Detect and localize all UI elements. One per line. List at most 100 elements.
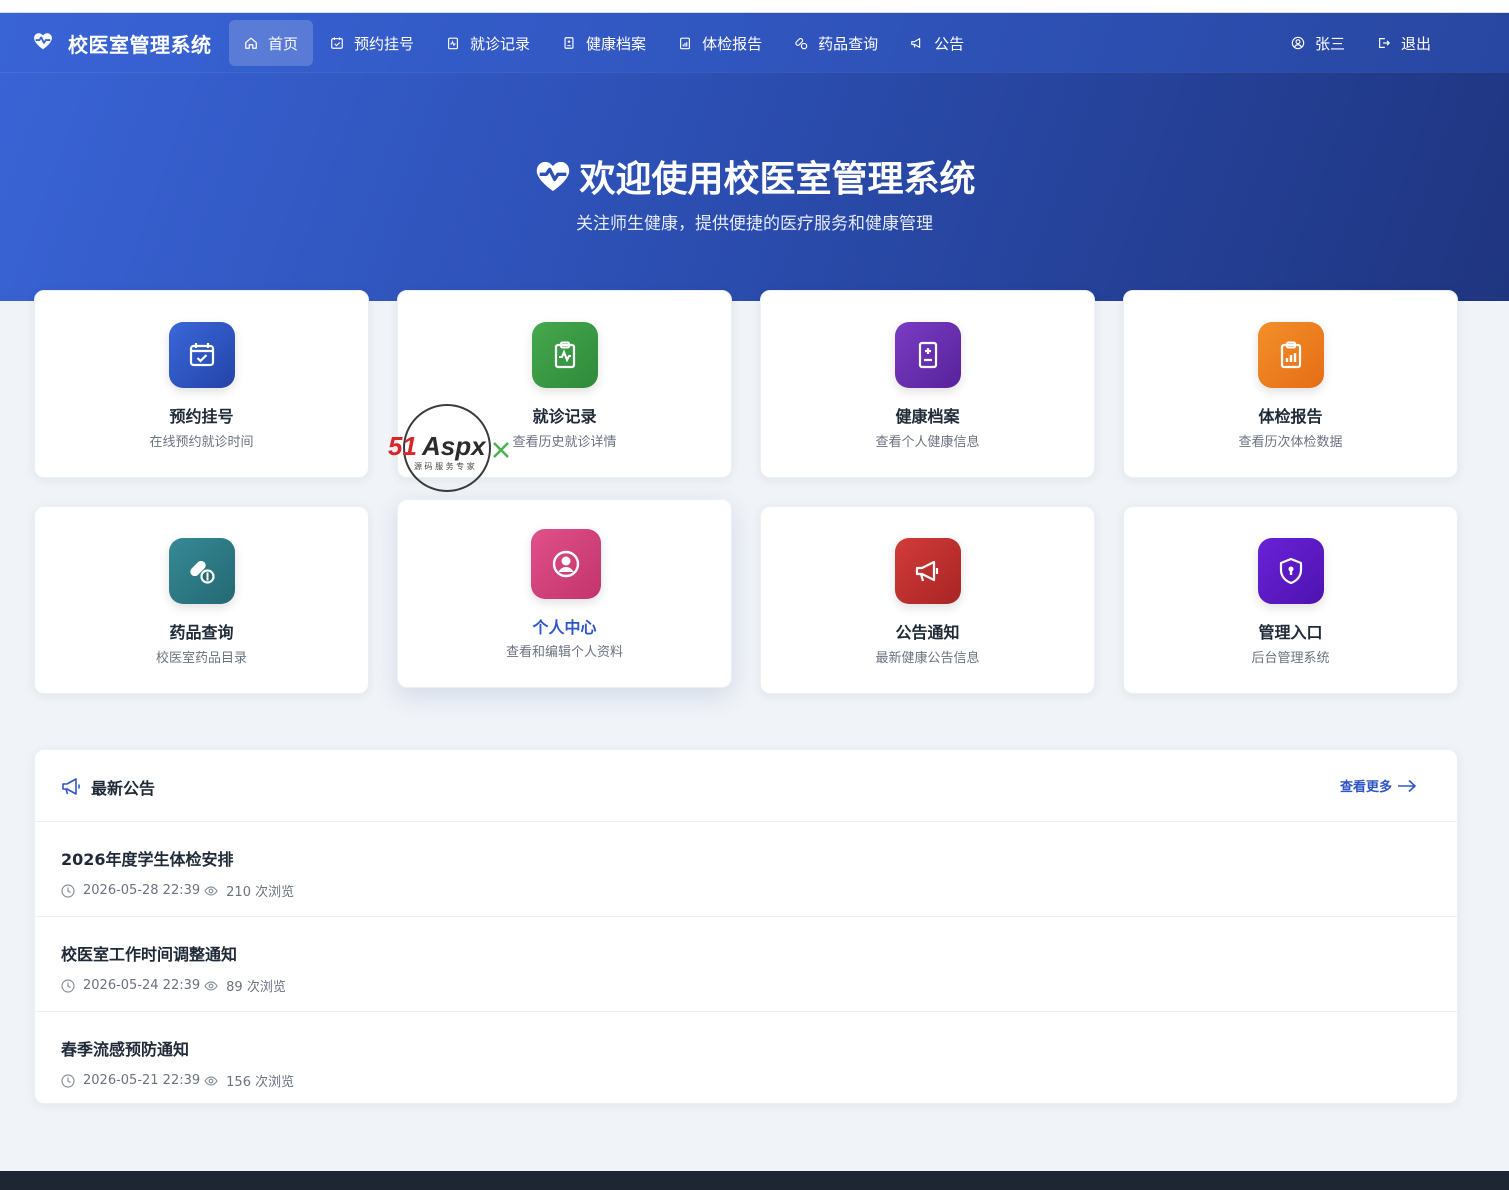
announcement-views: 89 次浏览 [226, 980, 286, 995]
nav-item-notice[interactable]: 公告 [895, 20, 979, 66]
card-title: 预约挂号 [169, 407, 234, 426]
clipboard-pulse-icon [448, 37, 458, 50]
logout-button[interactable]: 退出 [1362, 20, 1446, 66]
nav-item-visit-records[interactable]: 就诊记录 [431, 20, 545, 66]
logout-icon [1379, 38, 1391, 48]
hero-title: 欢迎使用校医室管理系统 [0, 150, 1509, 202]
view-more-link[interactable]: 查看更多 [1340, 776, 1417, 795]
announcement-item[interactable]: 春季流感预防通知 2026-05-21 22:39 156 次浏览 [35, 1012, 1457, 1107]
card-desc: 最新健康公告信息 [875, 651, 980, 666]
calendar-check-icon [331, 37, 343, 49]
card-title: 体检报告 [1258, 407, 1323, 426]
nav-item-label: 就诊记录 [470, 34, 531, 53]
card-title: 管理入口 [1258, 623, 1323, 642]
announcement-item[interactable]: 2026年度学生体检安排 2026-05-28 22:39 210 次浏览 [35, 822, 1457, 917]
card-personal-center[interactable]: 个人中心 查看和编辑个人资料 [397, 499, 732, 688]
card-admin[interactable]: 管理入口 后台管理系统 [1123, 506, 1458, 694]
card-checkup-report[interactable]: 体检报告 查看历次体检数据 [1123, 290, 1458, 478]
arrow-right-icon [1398, 779, 1417, 792]
panel-title: 最新公告 [61, 775, 155, 799]
svg-text:Aspx: Aspx [421, 431, 487, 461]
announcement-meta: 2026-05-28 22:39 210 次浏览 [61, 881, 294, 900]
announcement-date: 2026-05-28 22:39 [83, 883, 201, 898]
panel-title-text: 最新公告 [91, 779, 156, 798]
card-medicine[interactable]: 药品查询 校医室药品目录 [34, 506, 369, 694]
nav-item-label: 公告 [934, 34, 965, 53]
nav-menu: 首页 预约挂号 就诊记录 健康档案 体检报告 药品查询 公告 [229, 20, 981, 66]
card-desc: 后台管理系统 [1251, 651, 1330, 666]
card-title: 药品查询 [169, 623, 234, 642]
file-medical-icon [564, 37, 574, 49]
announcement-date: 2026-05-24 22:39 [83, 978, 201, 993]
card-title: 公告通知 [895, 623, 960, 642]
announcement-item[interactable]: 校医室工作时间调整通知 2026-05-24 22:39 89 次浏览 [35, 917, 1457, 1012]
card-desc: 校医室药品目录 [155, 651, 247, 666]
file-medical-icon [895, 322, 961, 388]
nav-item-label: 预约挂号 [354, 34, 415, 53]
hero-subtitle: 关注师生健康，提供便捷的医疗服务和健康管理 [576, 214, 933, 234]
clock-icon [61, 883, 75, 898]
capsule-icon [169, 538, 235, 604]
card-appointment[interactable]: 预约挂号 在线预约就诊时间 [34, 290, 369, 478]
watermark-logo: 51 Aspx 源 码 服 务 专 家 [386, 403, 512, 493]
megaphone-icon [895, 538, 961, 604]
announcement-title: 校医室工作时间调整通知 [61, 945, 238, 964]
card-health-file[interactable]: 健康档案 查看个人健康信息 [760, 290, 1095, 478]
panel-header: 最新公告 查看更多 [35, 750, 1457, 822]
svg-text:51: 51 [388, 431, 417, 461]
footer [0, 1171, 1509, 1190]
announcement-views: 156 次浏览 [226, 1075, 295, 1090]
eye-icon [204, 885, 218, 896]
user-circle-icon [1291, 36, 1305, 50]
user-profile-link[interactable]: 张三 [1276, 20, 1360, 66]
username: 张三 [1315, 34, 1346, 53]
heart-pulse-icon [537, 161, 570, 191]
nav-user-area: 张三 退出 [1276, 20, 1448, 66]
nav-item-health-file[interactable]: 健康档案 [547, 20, 661, 66]
nav-item-medicine[interactable]: 药品查询 [779, 20, 893, 66]
announcement-title: 2026年度学生体检安排 [61, 850, 234, 869]
view-more-label: 查看更多 [1340, 780, 1393, 795]
announcement-date: 2026-05-21 22:39 [83, 1073, 201, 1088]
clipboard-chart-icon [680, 37, 691, 50]
card-desc: 查看个人健康信息 [875, 435, 980, 450]
user-circle-icon [531, 529, 601, 599]
eye-icon [204, 1075, 218, 1086]
announcement-views: 210 次浏览 [226, 885, 295, 900]
card-desc: 查看历次体检数据 [1238, 435, 1343, 450]
clock-icon [61, 1073, 75, 1088]
announcement-meta: 2026-05-24 22:39 89 次浏览 [61, 976, 286, 995]
nav-item-appointment[interactable]: 预约挂号 [315, 20, 429, 66]
nav-item-label: 首页 [268, 34, 299, 53]
eye-icon [204, 980, 218, 991]
heart-pulse-icon [32, 30, 54, 56]
announcement-meta: 2026-05-21 22:39 156 次浏览 [61, 1071, 294, 1090]
top-navbar: 校医室管理系统 首页 预约挂号 就诊记录 健康档案 体检报告 药品查询 公告 张… [0, 13, 1509, 72]
clipboard-pulse-icon [532, 322, 598, 388]
megaphone-icon [62, 778, 80, 795]
calendar-check-icon [169, 322, 235, 388]
brand-title: 校医室管理系统 [68, 32, 212, 57]
capsule-icon [795, 37, 808, 50]
card-notice[interactable]: 公告通知 最新健康公告信息 [760, 506, 1095, 694]
card-title: 个人中心 [532, 618, 597, 637]
announcements-panel: 最新公告 查看更多 2026年度学生体检安排 2026-05-28 22:39 … [34, 749, 1458, 1104]
nav-item-checkup-report[interactable]: 体检报告 [663, 20, 777, 66]
card-desc: 查看和编辑个人资料 [505, 645, 623, 660]
announcement-title: 春季流感预防通知 [61, 1040, 190, 1059]
logout-label: 退出 [1401, 34, 1432, 53]
browser-top-edge [0, 0, 1509, 13]
brand[interactable]: 校医室管理系统 [32, 27, 212, 59]
nav-item-label: 体检报告 [702, 34, 763, 53]
card-title: 健康档案 [895, 407, 960, 426]
hero-title-text: 欢迎使用校医室管理系统 [579, 159, 976, 200]
megaphone-icon [911, 38, 921, 48]
clipboard-chart-icon [1258, 322, 1324, 388]
clock-icon [61, 978, 75, 993]
svg-text:源 码 服 务 专 家: 源 码 服 务 专 家 [414, 461, 475, 471]
nav-item-label: 健康档案 [586, 34, 647, 53]
nav-item-label: 药品查询 [818, 34, 879, 53]
card-desc: 在线预约就诊时间 [149, 435, 254, 450]
nav-item-home[interactable]: 首页 [229, 20, 314, 66]
home-icon [245, 37, 257, 49]
